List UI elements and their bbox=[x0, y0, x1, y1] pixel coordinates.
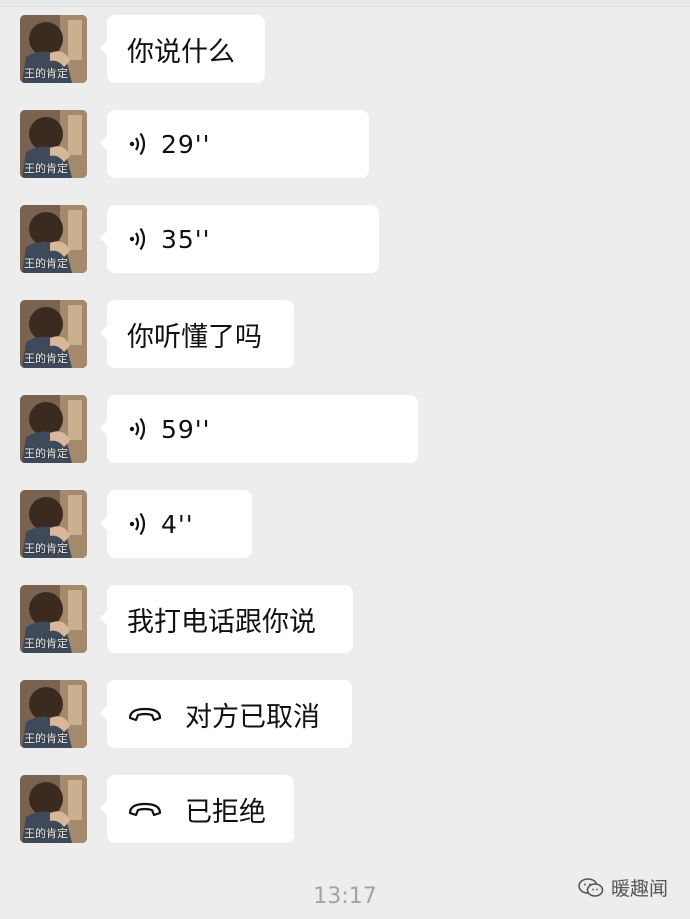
avatar-caption: 王的肯定 bbox=[24, 257, 68, 270]
voice-message-bubble[interactable]: 59'' bbox=[100, 395, 418, 463]
text-message-bubble[interactable]: 我打电话跟你说 bbox=[100, 585, 353, 653]
voice-wave-icon bbox=[129, 132, 146, 156]
message-row: 王的肯定 我打电话跟你说 bbox=[0, 585, 360, 655]
message-row: 王的肯定 你说什么 bbox=[0, 15, 300, 85]
avatar-caption: 王的肯定 bbox=[24, 67, 68, 80]
watermark-text: 暖趣闻 bbox=[610, 878, 668, 900]
avatar-caption: 王的肯定 bbox=[24, 447, 68, 460]
avatar[interactable]: 王的肯定 bbox=[20, 205, 87, 273]
voice-wave-icon bbox=[129, 417, 146, 441]
avatar[interactable]: 王的肯定 bbox=[20, 15, 87, 83]
voice-message-bubble[interactable]: 35'' bbox=[100, 205, 379, 273]
text-message-bubble[interactable]: 你说什么 bbox=[100, 15, 265, 83]
voice-duration: 4'' bbox=[161, 509, 194, 539]
avatar-caption: 王的肯定 bbox=[24, 637, 68, 650]
phone-hangup-icon bbox=[128, 707, 162, 722]
call-status-text: 已拒绝 bbox=[185, 796, 266, 828]
avatar[interactable]: 王的肯定 bbox=[20, 395, 87, 463]
message-row: 王的肯定 你听懂了吗 bbox=[0, 300, 300, 370]
watermark: 暖趣闻 bbox=[577, 874, 668, 901]
voice-duration: 35'' bbox=[161, 224, 211, 254]
voice-message-bubble[interactable]: 4'' bbox=[100, 490, 252, 558]
avatar[interactable]: 王的肯定 bbox=[20, 775, 87, 843]
message-row: 王的肯定 35'' bbox=[0, 205, 390, 275]
message-text: 我打电话跟你说 bbox=[127, 606, 316, 638]
call-message-bubble[interactable]: 已拒绝 bbox=[100, 775, 294, 843]
message-text: 你听懂了吗 bbox=[127, 321, 262, 353]
avatar-caption: 王的肯定 bbox=[24, 732, 68, 745]
avatar[interactable]: 王的肯定 bbox=[20, 490, 87, 558]
wechat-official-account-icon bbox=[578, 877, 604, 897]
message-row: 王的肯定 已拒绝 bbox=[0, 775, 300, 845]
top-divider bbox=[0, 0, 690, 7]
text-message-bubble[interactable]: 你听懂了吗 bbox=[100, 300, 294, 368]
avatar[interactable]: 王的肯定 bbox=[20, 585, 87, 653]
call-status-text: 对方已取消 bbox=[185, 701, 320, 733]
message-text: 你说什么 bbox=[127, 36, 235, 68]
avatar[interactable]: 王的肯定 bbox=[20, 300, 87, 368]
message-row: 王的肯定 对方已取消 bbox=[0, 680, 360, 750]
voice-wave-icon bbox=[129, 227, 146, 251]
call-message-bubble[interactable]: 对方已取消 bbox=[100, 680, 352, 748]
voice-wave-icon bbox=[129, 512, 146, 536]
message-row: 王的肯定 4'' bbox=[0, 490, 260, 560]
avatar[interactable]: 王的肯定 bbox=[20, 680, 87, 748]
avatar-caption: 王的肯定 bbox=[24, 827, 68, 840]
voice-duration: 59'' bbox=[161, 414, 211, 444]
avatar-caption: 王的肯定 bbox=[24, 162, 68, 175]
chat-screen: 王的肯定 你说什么 王的肯定 29'' 王的肯定 35'' 王的肯定 你听懂了吗… bbox=[0, 0, 690, 919]
avatar[interactable]: 王的肯定 bbox=[20, 110, 87, 178]
avatar-caption: 王的肯定 bbox=[24, 352, 68, 365]
voice-duration: 29'' bbox=[161, 129, 211, 159]
voice-message-bubble[interactable]: 29'' bbox=[100, 110, 369, 178]
message-row: 王的肯定 29'' bbox=[0, 110, 380, 180]
avatar-caption: 王的肯定 bbox=[24, 542, 68, 555]
message-row: 王的肯定 59'' bbox=[0, 395, 420, 465]
phone-hangup-icon bbox=[128, 802, 162, 817]
